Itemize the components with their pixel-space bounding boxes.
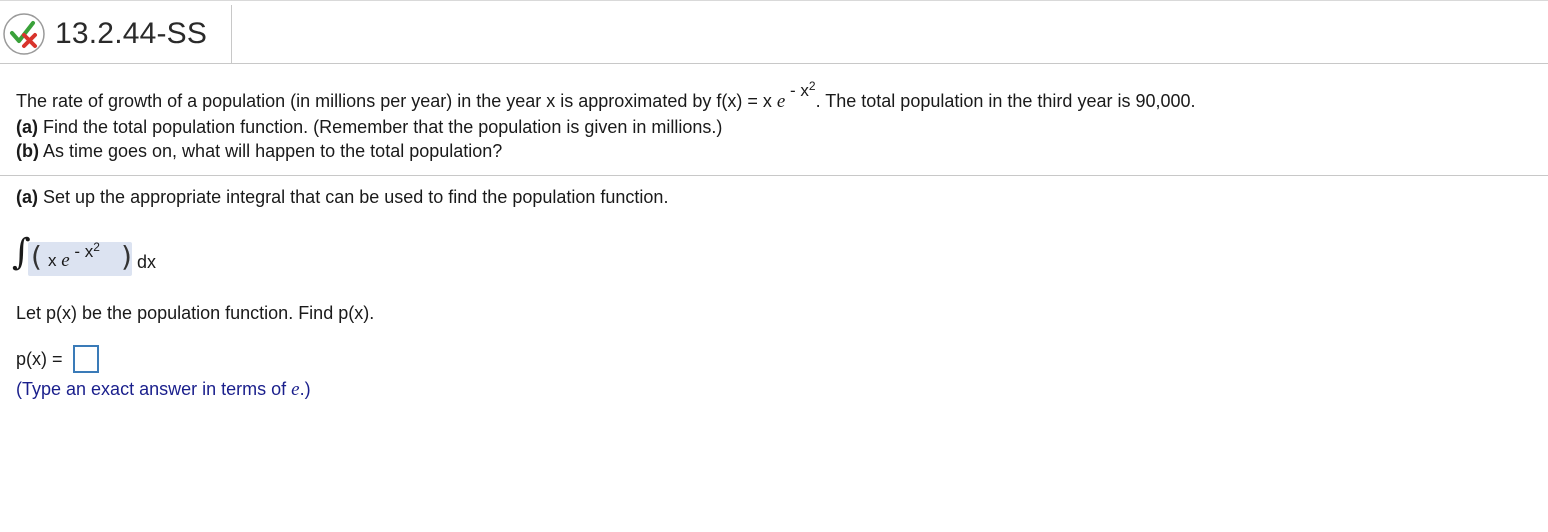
part-a-instruction-text: Set up the appropriate integral that can… <box>38 187 669 207</box>
exponent-base: - x <box>785 81 809 100</box>
question-statement: The rate of growth of a population (in m… <box>16 79 1196 114</box>
exponent: - x2 <box>785 79 816 100</box>
integrand-e: e <box>61 250 70 271</box>
part-a-instruction-label: (a) <box>16 187 38 207</box>
left-paren: ( <box>31 240 42 273</box>
hint-text-end: .) <box>299 379 311 399</box>
answer-label: p(x) = <box>16 349 63 369</box>
question-part-b: (b) As time goes on, what will happen to… <box>16 140 502 162</box>
integrand-answer-box[interactable]: ( x e - x2 ) <box>28 240 132 276</box>
partially-correct-icon <box>3 13 45 55</box>
integrand-exponent-base: - x <box>69 242 94 261</box>
section-divider <box>0 175 1548 176</box>
part-a-instruction: (a) Set up the appropriate integral that… <box>16 186 668 208</box>
integrand-exponent-power: 2 <box>93 240 100 254</box>
question-text-start: The rate of growth of a population (in m… <box>16 91 777 111</box>
right-paren: ) <box>121 240 132 273</box>
question-text-end: . The total population in the third year… <box>815 91 1196 111</box>
exponent-power: 2 <box>808 79 816 93</box>
answer-input-box[interactable] <box>73 345 99 373</box>
differential-dx: dx <box>137 252 157 272</box>
hint-text-start: (Type an exact answer in terms of <box>16 379 292 399</box>
integrand-x: x <box>48 251 62 270</box>
part-b-text: As time goes on, what will happen to the… <box>38 141 503 161</box>
answer-hint: (Type an exact answer in terms of e.) <box>16 378 311 401</box>
integrand-expression: x e - x2 <box>48 240 100 272</box>
header-divider <box>231 5 232 63</box>
part-a-text: Find the total population function. (Rem… <box>38 117 723 137</box>
part-b-label: (b) <box>16 141 39 161</box>
hint-e: e <box>291 379 300 400</box>
question-part-a: (a) Find the total population function. … <box>16 116 722 138</box>
problem-header: 13.2.44-SS <box>0 0 1548 64</box>
problem-id: 13.2.44-SS <box>55 17 208 50</box>
integrand-exponent: - x2 <box>69 240 100 261</box>
part-a-label: (a) <box>16 117 38 137</box>
let-instruction: Let p(x) be the population function. Fin… <box>16 303 375 323</box>
